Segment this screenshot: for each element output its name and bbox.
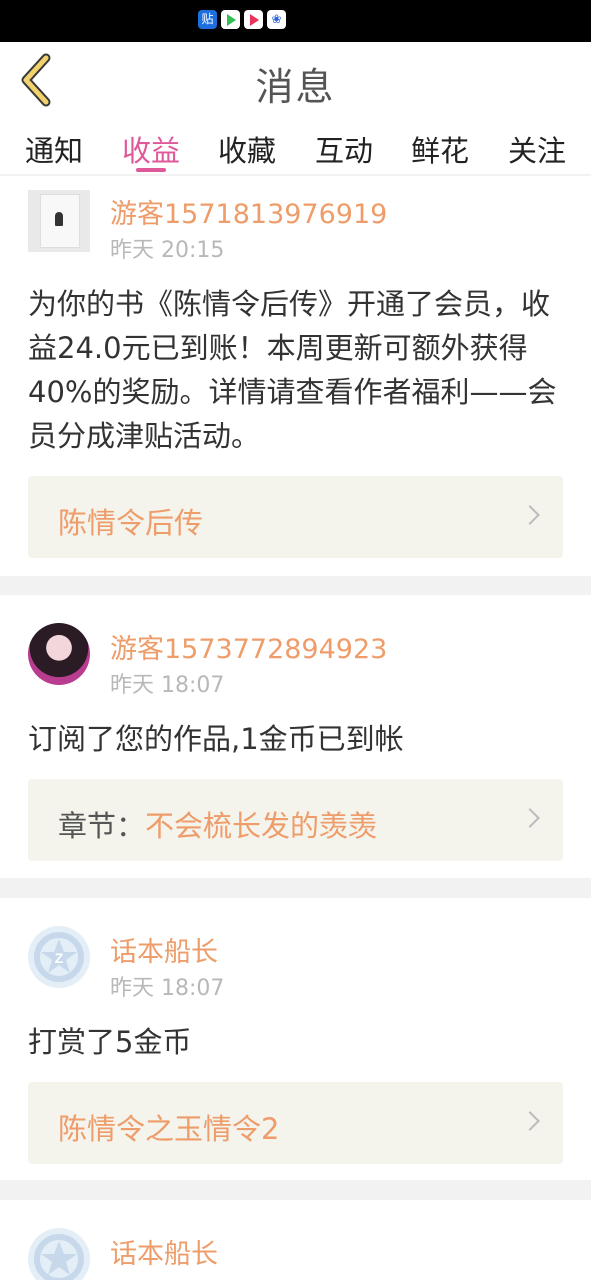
tieba-app-icon: 贴 (198, 10, 217, 29)
avatar[interactable]: Z (28, 926, 90, 988)
username[interactable]: 话本船长 (110, 1232, 218, 1271)
status-bar: 贴 ❀ (0, 0, 591, 42)
tab-earnings[interactable]: 收益 (103, 128, 199, 170)
tab-notifications[interactable]: 通知 (6, 128, 102, 170)
star-logo-icon: Z (34, 932, 84, 982)
avatar[interactable] (28, 623, 90, 685)
book-link[interactable]: 陈情令之玉情令2 (28, 1082, 563, 1164)
tab-following[interactable]: 关注 (489, 128, 585, 170)
timestamp: 昨天 20:15 (110, 238, 225, 263)
link-label: 章节：不会梳长发的羡羡 (58, 809, 378, 843)
message-text: 为你的书《陈情令后传》开通了会员，收益24.0元已到账！本周更新可额外获得40%… (28, 287, 557, 453)
list-item: 游客1573772894923 昨天 18:07 订阅了您的作品,1金币已到帐 … (0, 595, 591, 878)
avatar[interactable] (28, 190, 90, 252)
avatar[interactable] (28, 1228, 90, 1280)
link-label: 陈情令后传 (58, 506, 204, 540)
message-text: 打赏了5金币 (28, 1025, 192, 1059)
notification-icons: 贴 ❀ (198, 10, 286, 29)
username[interactable]: 游客1573772894923 (110, 627, 387, 666)
tab-favorites[interactable]: 收藏 (199, 128, 295, 170)
player-app-icon (244, 10, 263, 29)
active-tab-indicator (136, 168, 166, 172)
username[interactable]: 话本船长 (110, 930, 218, 969)
navigation-bar: 消息 (0, 42, 591, 118)
list-item: 话本船长 (0, 1200, 591, 1280)
star-logo-icon (34, 1234, 84, 1280)
svg-text:Z: Z (55, 950, 64, 966)
chevron-right-icon (520, 1111, 540, 1131)
chevron-right-icon (520, 505, 540, 525)
timestamp: 昨天 18:07 (110, 673, 225, 698)
message-text: 订阅了您的作品,1金币已到帐 (28, 722, 404, 756)
timestamp: 昨天 18:07 (110, 976, 225, 1001)
link-label: 陈情令之玉情令2 (58, 1112, 280, 1146)
chevron-right-icon (520, 808, 540, 828)
list-item: 游客1571813976919 昨天 20:15 为你的书《陈情令后传》开通了会… (0, 176, 591, 576)
tab-flowers[interactable]: 鲜花 (392, 128, 488, 170)
baidu-app-icon: ❀ (267, 10, 286, 29)
list-item: Z 话本船长 昨天 18:07 打赏了5金币 陈情令之玉情令2 (0, 898, 591, 1180)
tab-bar: 通知 收益 收藏 互动 鲜花 关注 (0, 118, 591, 174)
book-link[interactable]: 陈情令后传 (28, 476, 563, 558)
page-title: 消息 (255, 65, 336, 109)
video-app-icon (221, 10, 240, 29)
username[interactable]: 游客1571813976919 (110, 192, 387, 231)
tab-interactions[interactable]: 互动 (296, 128, 392, 170)
chapter-link[interactable]: 章节：不会梳长发的羡羡 (28, 779, 563, 861)
